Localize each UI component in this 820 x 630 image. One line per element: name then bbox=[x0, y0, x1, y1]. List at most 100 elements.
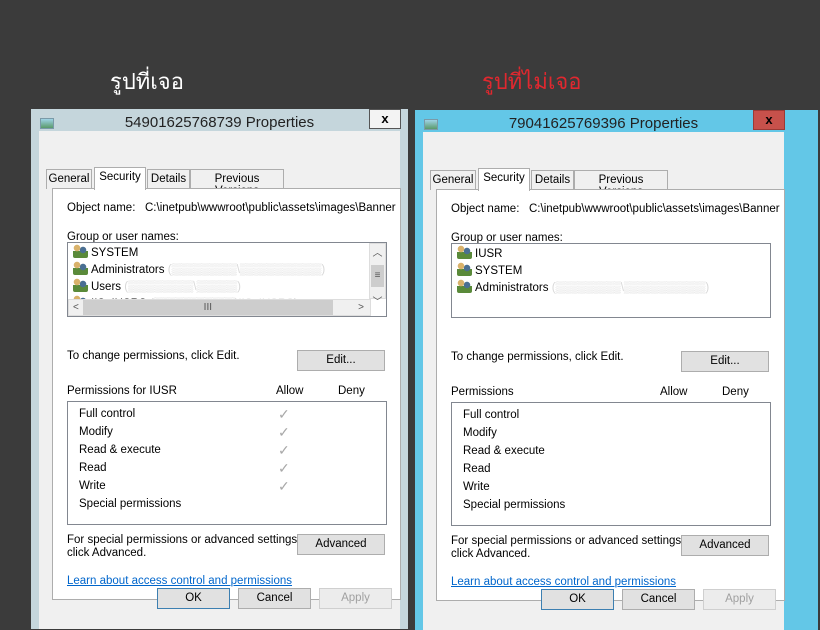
title-bar[interactable]: 79041625769396 Properties x bbox=[415, 110, 818, 132]
permissions-label: Permissions for IUSR bbox=[67, 385, 177, 397]
cancel-button[interactable]: Cancel bbox=[622, 589, 695, 610]
permission-name: Modify bbox=[463, 427, 497, 439]
ok-button[interactable]: OK bbox=[157, 588, 230, 609]
tab-previous-versions[interactable]: Previous Versions bbox=[190, 169, 284, 197]
allow-check-icon: ✓ bbox=[278, 424, 290, 440]
permission-name: Read bbox=[79, 462, 107, 474]
permissions-list: Full control ✓ Modify ✓ Read & execute ✓ Read ✓… bbox=[67, 401, 387, 525]
user-list-item[interactable]: Users (▒▒▒▒▒▒▒▒\▒▒▒▒▒) bbox=[73, 278, 241, 295]
scroll-down-icon[interactable]: ﹀ bbox=[370, 293, 385, 308]
tab-details[interactable]: Details bbox=[531, 170, 574, 190]
advanced-text: For special permissions or advanced sett… bbox=[67, 534, 301, 546]
tab-previous-versions[interactable]: Previous Versions bbox=[574, 170, 668, 198]
properties-dialog: 79041625769396 Properties x General Securit… bbox=[415, 110, 818, 630]
tab-security[interactable]: Security bbox=[478, 168, 530, 191]
user-group-icon bbox=[457, 279, 472, 293]
security-panel: Object name: C:\inetpub\wwwroot\public\as… bbox=[52, 188, 401, 600]
permission-name: Write bbox=[463, 481, 490, 493]
scroll-thumb[interactable]: ≡ bbox=[371, 265, 384, 287]
dialog-body: GeneralSecurityDetailsPrevious VersionsO… bbox=[423, 132, 785, 630]
allow-check-icon: ✓ bbox=[278, 442, 290, 458]
permission-name: Full control bbox=[463, 409, 520, 421]
apply-button: Apply bbox=[703, 589, 776, 610]
user-name: SYSTEM bbox=[91, 247, 139, 259]
user-list-item[interactable]: SYSTEM bbox=[457, 262, 522, 279]
allow-check-icon: ✓ bbox=[278, 406, 290, 422]
scroll-right-icon[interactable]: > bbox=[354, 300, 368, 315]
user-group-icon bbox=[73, 278, 88, 292]
user-name: Users bbox=[91, 281, 122, 293]
tab-details[interactable]: Details bbox=[147, 169, 190, 189]
advanced-text-2: click Advanced. bbox=[451, 548, 531, 560]
deny-column-header: Deny bbox=[722, 386, 749, 398]
close-button[interactable]: x bbox=[369, 109, 401, 129]
object-name-label: Object name: bbox=[451, 203, 520, 215]
ok-button[interactable]: OK bbox=[541, 589, 614, 610]
allow-check-icon: ✓ bbox=[278, 478, 290, 494]
user-group-icon bbox=[73, 244, 88, 258]
user-list-item[interactable]: IUSR bbox=[457, 245, 502, 262]
heading-not-found: รูปที่ไม่เจอ bbox=[482, 69, 582, 94]
user-name: IUSR bbox=[475, 248, 503, 260]
permission-name: Read bbox=[463, 463, 491, 475]
tab-general[interactable]: General bbox=[430, 170, 476, 190]
cancel-button[interactable]: Cancel bbox=[238, 588, 311, 609]
dialog-title: 79041625769396 Properties bbox=[508, 115, 699, 132]
allow-column-header: Allow bbox=[660, 386, 688, 398]
user-domain-redacted: (▒▒▒▒▒▒▒▒\▒▒▒▒▒▒▒▒▒▒) bbox=[167, 264, 326, 276]
access-control-help-link[interactable]: Learn about access control and permissio… bbox=[67, 575, 292, 587]
edit-button[interactable]: Edit... bbox=[297, 350, 385, 371]
scroll-thumb[interactable]: III bbox=[82, 300, 333, 315]
dialog-body: GeneralSecurityDetailsPrevious VersionsO… bbox=[39, 131, 401, 629]
scroll-left-icon[interactable]: < bbox=[69, 302, 83, 313]
title-bar[interactable]: 54901625768739 Properties x bbox=[31, 109, 408, 131]
heading-found: รูปที่เจอ bbox=[110, 69, 184, 94]
permissions-list: Full control Modify Read & execute Read Writ… bbox=[451, 402, 771, 526]
security-panel: Object name: C:\inetpub\wwwroot\public\as… bbox=[436, 189, 785, 601]
access-control-help-link[interactable]: Learn about access control and permissio… bbox=[451, 576, 676, 588]
permission-name: Full control bbox=[79, 408, 136, 420]
scroll-up-icon[interactable]: ︿ bbox=[370, 244, 385, 259]
allow-check-icon: ✓ bbox=[278, 460, 290, 476]
vertical-scrollbar[interactable]: ︿ ≡ ﹀ bbox=[369, 243, 386, 308]
change-permissions-text: To change permissions, click Edit. bbox=[451, 351, 624, 363]
permission-name: Read & execute bbox=[79, 444, 161, 456]
change-permissions-text: To change permissions, click Edit. bbox=[67, 350, 240, 362]
advanced-button[interactable]: Advanced bbox=[681, 535, 769, 556]
user-name: Administrators bbox=[475, 282, 549, 294]
permission-name: Write bbox=[79, 480, 106, 492]
user-domain-redacted: (▒▒▒▒▒▒▒▒\▒▒▒▒▒) bbox=[124, 281, 242, 293]
apply-button: Apply bbox=[319, 588, 392, 609]
deny-column-header: Deny bbox=[338, 385, 365, 397]
edit-button[interactable]: Edit... bbox=[681, 351, 769, 372]
permission-name: Read & execute bbox=[463, 445, 545, 457]
user-domain-redacted: (▒▒▒▒▒▒▒▒\▒▒▒▒▒▒▒▒▒▒) bbox=[551, 282, 710, 294]
horizontal-scrollbar[interactable]: < III > bbox=[68, 299, 371, 316]
properties-dialog: 54901625768739 Properties x General Securit… bbox=[31, 109, 408, 629]
close-icon[interactable]: x bbox=[381, 111, 388, 126]
close-button[interactable]: x bbox=[753, 110, 785, 130]
object-name-value: C:\inetpub\wwwroot\public\assets\images\… bbox=[145, 202, 396, 214]
advanced-text-2: click Advanced. bbox=[67, 547, 147, 559]
user-list-item[interactable]: Administrators (▒▒▒▒▒▒▒▒\▒▒▒▒▒▒▒▒▒▒) bbox=[73, 261, 325, 278]
object-name-value: C:\inetpub\wwwroot\public\assets\images\… bbox=[529, 203, 780, 215]
allow-column-header: Allow bbox=[276, 385, 304, 397]
user-group-icon bbox=[457, 245, 472, 259]
user-group-icon bbox=[73, 261, 88, 275]
permission-name: Special permissions bbox=[463, 499, 566, 511]
tab-security[interactable]: Security bbox=[94, 167, 146, 190]
user-name: Administrators bbox=[91, 264, 165, 276]
user-list[interactable]: IUSR SYSTEM Administrators (▒▒▒▒▒▒▒▒\▒▒▒▒▒… bbox=[451, 243, 771, 318]
object-name-label: Object name: bbox=[67, 202, 136, 214]
tab-general[interactable]: General bbox=[46, 169, 92, 189]
permissions-label: Permissions bbox=[451, 386, 514, 398]
permission-name: Modify bbox=[79, 426, 113, 438]
user-list-item[interactable]: Administrators (▒▒▒▒▒▒▒▒\▒▒▒▒▒▒▒▒▒▒) bbox=[457, 279, 709, 296]
permission-name: Special permissions bbox=[79, 498, 182, 510]
advanced-button[interactable]: Advanced bbox=[297, 534, 385, 555]
user-list[interactable]: SYSTEM Administrators (▒▒▒▒▒▒▒▒\▒▒▒▒▒▒▒▒▒… bbox=[67, 242, 387, 317]
dialog-title: 54901625768739 Properties bbox=[124, 114, 315, 131]
close-icon[interactable]: x bbox=[765, 112, 772, 127]
user-list-item[interactable]: SYSTEM bbox=[73, 244, 138, 261]
user-name: SYSTEM bbox=[475, 265, 523, 277]
